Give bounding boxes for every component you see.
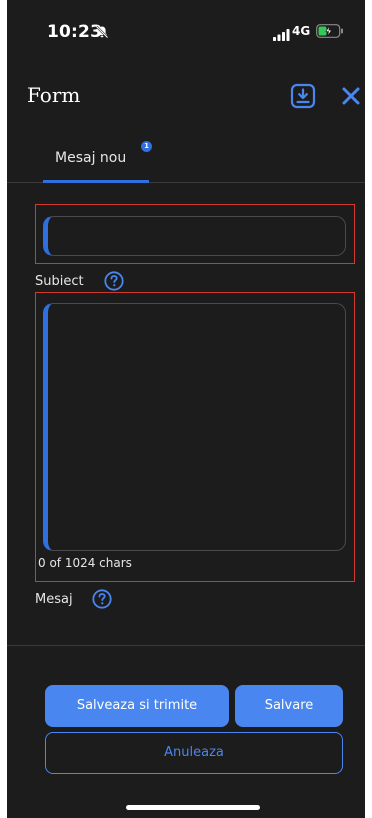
cancel-button[interactable]: Anuleaza xyxy=(45,732,343,774)
download-button[interactable] xyxy=(290,83,316,109)
close-button[interactable] xyxy=(340,85,362,107)
close-icon xyxy=(342,87,360,105)
subject-help-icon[interactable] xyxy=(104,271,124,291)
app-header: Form xyxy=(7,70,365,126)
footer-divider xyxy=(7,645,365,646)
char-counter: 0 of 1024 chars xyxy=(38,556,132,570)
subject-label: Subiect xyxy=(35,274,84,289)
message-help-icon[interactable] xyxy=(92,589,112,609)
tab-bar: Mesaj nou 1 xyxy=(7,136,365,183)
subject-field-container xyxy=(35,204,355,264)
signal-icon xyxy=(273,26,290,45)
home-indicator[interactable] xyxy=(126,805,260,810)
tab-badge: 1 xyxy=(141,141,152,152)
subject-input[interactable] xyxy=(43,216,346,256)
network-type: 4G xyxy=(292,24,311,38)
status-bar: 10:23 4G xyxy=(7,0,365,60)
message-field-container: 0 of 1024 chars xyxy=(35,292,355,582)
tab-mesaj-nou[interactable]: Mesaj nou 1 xyxy=(43,136,152,183)
message-label: Mesaj xyxy=(35,592,73,607)
tab-label: Mesaj nou xyxy=(55,150,127,166)
save-button[interactable]: Salvare xyxy=(235,685,343,727)
message-textarea[interactable] xyxy=(43,303,346,551)
message-label-row: Mesaj xyxy=(35,589,155,613)
save-and-send-button[interactable]: Salveaza si trimite xyxy=(45,685,229,727)
page-title: Form xyxy=(27,83,81,107)
bell-slash-icon xyxy=(95,24,109,39)
battery-charging-icon xyxy=(316,23,344,42)
app-screen: 10:23 4G Form Mesaj nou 1 Subiect 0 of 1… xyxy=(7,0,365,818)
tab-active-indicator xyxy=(43,180,149,183)
download-icon xyxy=(290,83,316,109)
status-time: 10:23 xyxy=(47,22,103,42)
